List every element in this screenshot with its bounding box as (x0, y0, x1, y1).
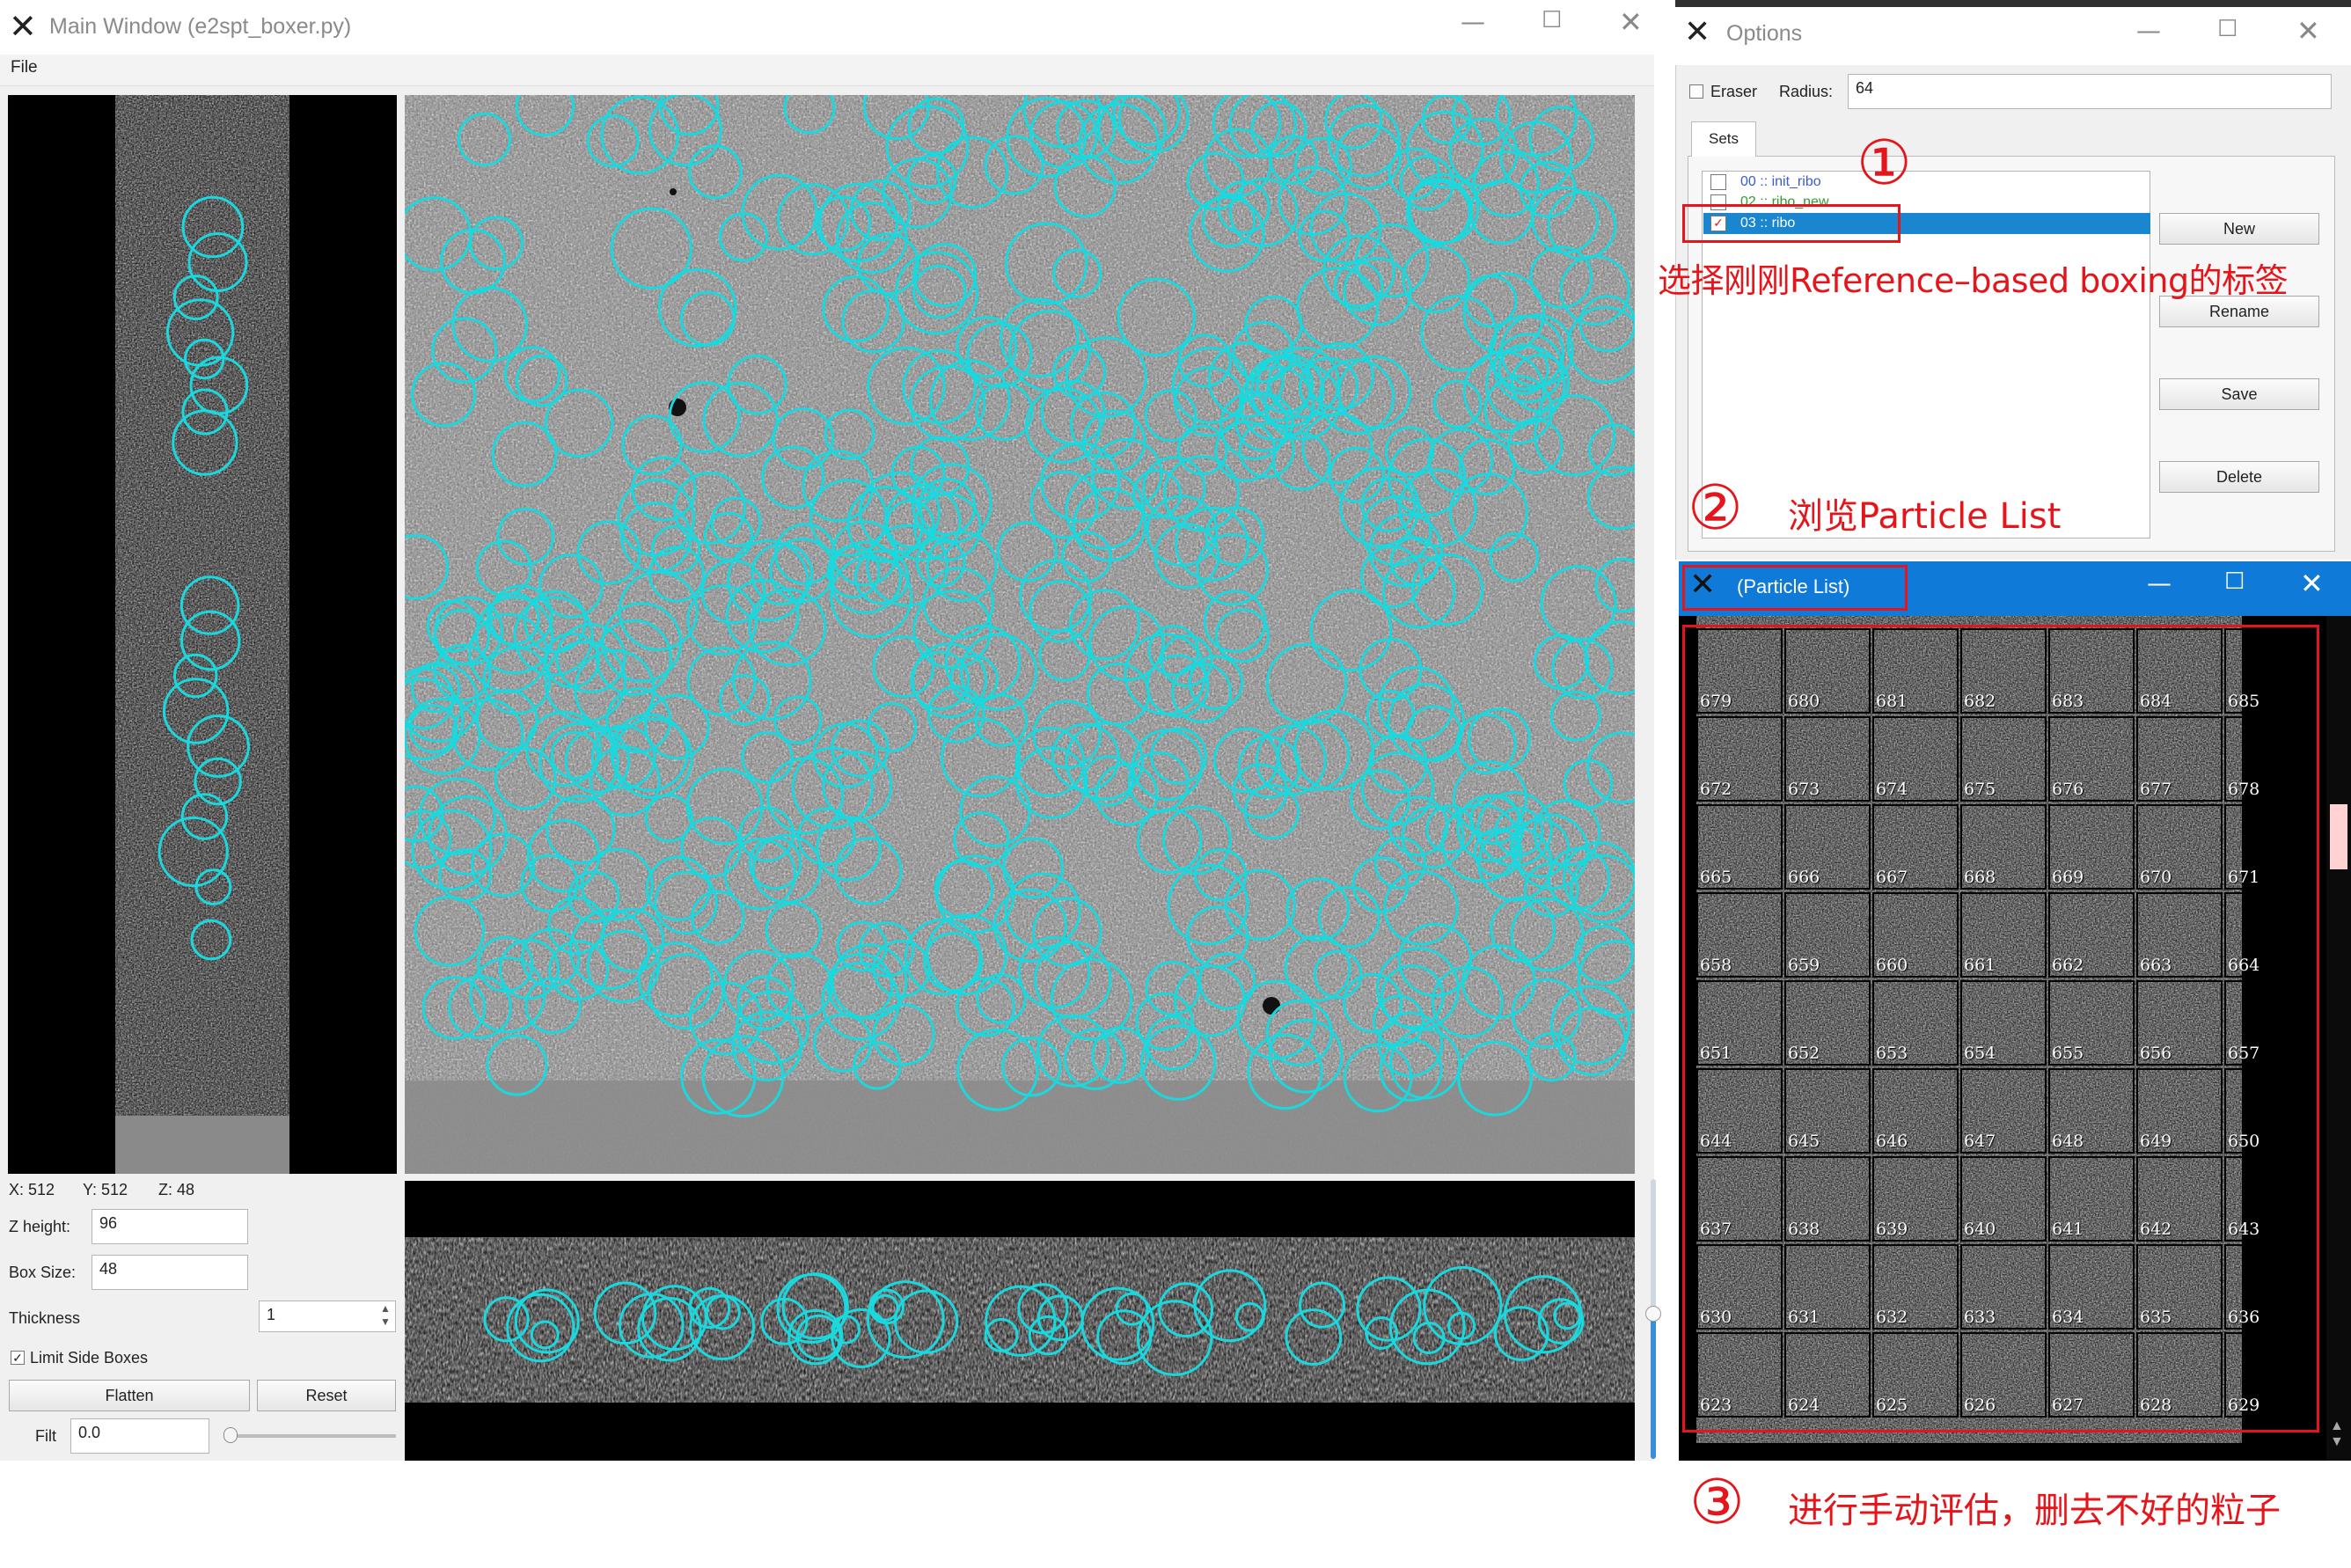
options-title: Options (1726, 21, 1803, 46)
z-height-label: Z height: (9, 1218, 71, 1235)
box-size-field[interactable]: 48 (92, 1255, 248, 1290)
background-strip (1675, 0, 2351, 7)
box-size-label: Box Size: (9, 1264, 77, 1281)
particle-list-scrollbar[interactable] (2326, 616, 2351, 1461)
set-item-label: 00 :: init_ribo (1740, 174, 1821, 189)
tab-sets[interactable]: Sets (1691, 121, 1756, 157)
maximize-icon[interactable]: ☐ (1542, 7, 1562, 33)
thickness-spinbox[interactable]: 1 (259, 1301, 396, 1332)
main-window-title: Main Window (e2spt_boxer.py) (49, 14, 352, 39)
save-set-button[interactable]: Save (2159, 378, 2319, 410)
eraser-checkbox[interactable] (1689, 84, 1703, 99)
tomogram-slice-image (405, 95, 1635, 1174)
minimize-icon[interactable]: — (1461, 7, 1485, 36)
delete-set-button[interactable]: Delete (2159, 461, 2319, 493)
eraser-label: Eraser (1710, 83, 1758, 100)
annotation-step1-text: 选择刚刚Reference–based boxing的标签 (1658, 261, 2289, 300)
y-coordinate: Y: 512 (83, 1181, 128, 1198)
minimize-icon[interactable]: — (2136, 16, 2161, 45)
x-app-icon: ✕ (1684, 14, 1711, 50)
z-height-field[interactable]: 96 (92, 1209, 248, 1244)
annotation-step3-number: ③ (1689, 1466, 1745, 1538)
annotation-step3-text: 进行手动评估，删去不好的粒子 (1788, 1491, 2281, 1531)
filt-label: Filt (35, 1427, 56, 1445)
close-icon[interactable]: ✕ (2300, 567, 2324, 600)
flatten-button[interactable]: Flatten (9, 1380, 250, 1411)
minimize-icon[interactable]: — (2147, 568, 2172, 597)
annotation-step1-number: ① (1857, 127, 1912, 199)
close-icon[interactable]: ✕ (2296, 14, 2320, 48)
z-coordinate: Z: 48 (158, 1181, 195, 1198)
set-checkbox[interactable] (1710, 174, 1726, 190)
main-tomogram-view[interactable] (405, 95, 1635, 1174)
reset-button[interactable]: Reset (257, 1380, 396, 1411)
z-slider-handle[interactable] (1645, 1306, 1661, 1322)
x-coordinate: X: 512 (9, 1181, 55, 1198)
bottom-view-image (405, 1237, 1635, 1403)
filt-field[interactable]: 0.0 (70, 1418, 209, 1454)
set-item-init-ribo[interactable]: 00 :: init_ribo (1707, 172, 2150, 192)
radius-label: Radius: (1779, 83, 1834, 100)
scroll-down-arrow-icon[interactable]: ▲ ▼ (2330, 1418, 2344, 1450)
spin-arrows-icon[interactable]: ▲ ▼ (380, 1302, 391, 1329)
maximize-icon[interactable]: ☐ (2217, 16, 2237, 42)
filt-slider-track[interactable] (225, 1434, 396, 1438)
annotation-box-particle-list-title (1682, 565, 1908, 611)
z-slider-fill (1651, 1311, 1656, 1459)
close-icon[interactable]: ✕ (1619, 5, 1643, 39)
limit-side-boxes-label: Limit Side Boxes (30, 1349, 149, 1367)
x-app-icon: ✕ (9, 7, 37, 46)
menu-bar (0, 55, 1654, 86)
annotation-box-set (1682, 204, 1901, 243)
annotation-box-particle-grid (1682, 625, 2319, 1432)
limit-side-boxes-checkbox[interactable]: ✓ (11, 1351, 25, 1365)
thickness-label: Thickness (9, 1309, 81, 1327)
side-view-image (115, 95, 289, 1174)
scrollbar-thumb[interactable] (2330, 804, 2347, 869)
menu-file[interactable]: File (11, 58, 38, 77)
radius-field[interactable]: 64 (1848, 74, 2332, 109)
new-set-button[interactable]: New (2159, 213, 2319, 245)
annotation-step2-text: 浏览Particle List (1788, 496, 2062, 537)
bottom-view-canvas[interactable] (405, 1181, 1635, 1461)
filt-slider-handle[interactable] (223, 1427, 238, 1443)
maximize-icon[interactable]: ☐ (2224, 568, 2245, 595)
side-view-canvas[interactable] (8, 95, 397, 1174)
annotation-step2-number: ② (1688, 472, 1743, 544)
